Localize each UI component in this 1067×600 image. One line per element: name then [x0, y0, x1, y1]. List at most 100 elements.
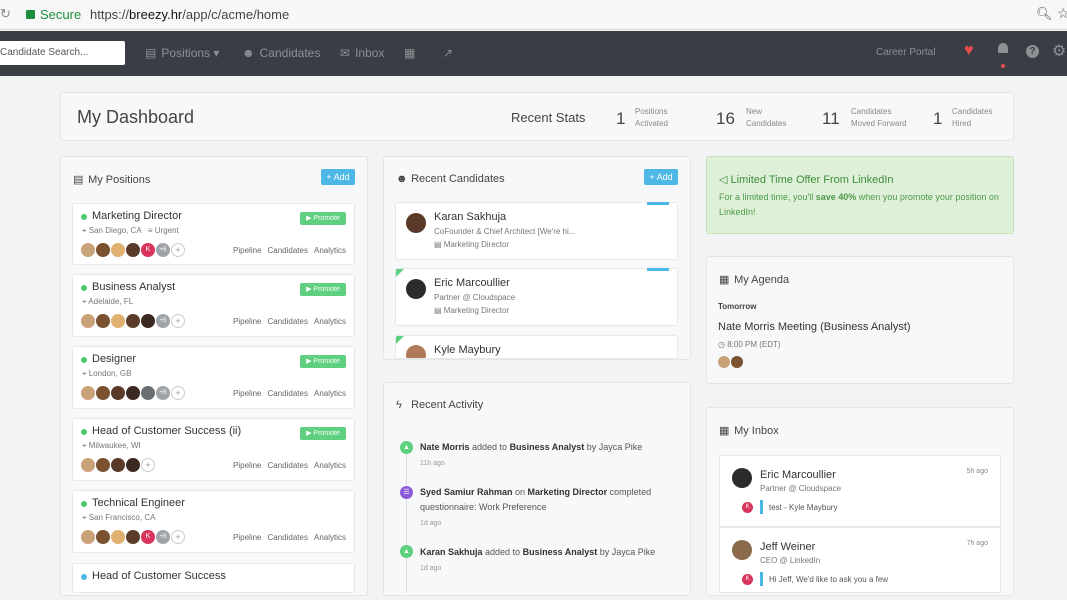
pipeline-link[interactable]: Pipeline	[233, 246, 261, 255]
avatar[interactable]	[126, 458, 140, 472]
pipeline-link[interactable]: Pipeline	[233, 533, 261, 542]
candidate-card[interactable]: Karan Sakhuja CoFounder & Chief Architec…	[395, 202, 678, 260]
avatar[interactable]: K	[141, 530, 155, 544]
promote-button[interactable]: ▶ Promote	[300, 212, 346, 225]
candidate-card[interactable]: Kyle Maybury	[395, 335, 678, 359]
avatar[interactable]	[126, 243, 140, 257]
pipeline-link[interactable]: Pipeline	[233, 317, 261, 326]
position-name[interactable]: Technical Engineer	[92, 497, 185, 509]
candidate-name[interactable]: Kyle Maybury	[434, 344, 501, 356]
activity-actor[interactable]: Karan Sakhuja	[420, 547, 483, 557]
avatar[interactable]	[96, 243, 110, 257]
reload-icon[interactable]: ↻	[0, 6, 14, 22]
pipeline-link[interactable]: Pipeline	[233, 389, 261, 398]
gear-icon[interactable]: ⚙	[1052, 41, 1066, 61]
help-icon[interactable]: ?	[1026, 45, 1039, 58]
secure-indicator[interactable]: Secure	[26, 7, 81, 22]
avatar[interactable]	[81, 386, 95, 400]
analytics-link[interactable]: Analytics	[314, 461, 346, 470]
analytics-link[interactable]: Analytics	[314, 246, 346, 255]
analytics-link[interactable]: Analytics	[314, 317, 346, 326]
add-position-button[interactable]: + Add	[321, 169, 355, 185]
more-avatars[interactable]: +6	[156, 530, 170, 544]
more-avatars[interactable]: +6	[156, 386, 170, 400]
position-card[interactable]: Technical Engineer ⌖ San Francisco, CA K…	[72, 490, 355, 553]
candidates-link[interactable]: Candidates	[268, 389, 308, 398]
candidates-link[interactable]: Candidates	[268, 533, 308, 542]
activity-target[interactable]: Business Analyst	[510, 442, 585, 452]
inbox-message[interactable]: Jeff Weiner CEO @ LinkedIn 7h ago K Hi J…	[719, 527, 1001, 593]
add-candidate-icon[interactable]: +	[171, 386, 185, 400]
avatar[interactable]	[731, 356, 743, 368]
analytics-link[interactable]: Analytics	[314, 389, 346, 398]
activity-target[interactable]: Business Analyst	[523, 547, 598, 557]
position-name[interactable]: Designer	[92, 353, 136, 365]
position-card[interactable]: Designer ⌖ London, GB ▶ Promote +6 + Pipe…	[72, 346, 355, 409]
candidate-card[interactable]: Eric Marcoullier Partner @ Cloudspace ▤ …	[395, 268, 678, 326]
avatar[interactable]	[111, 530, 125, 544]
career-portal-link[interactable]: Career Portal	[876, 47, 935, 58]
linkedin-offer-banner[interactable]: ◁ Limited Time Offer From LinkedIn For a…	[706, 156, 1014, 234]
chart-icon[interactable]: ↗	[443, 46, 453, 60]
zoom-icon[interactable]: 🔍︎	[1036, 6, 1053, 22]
position-name[interactable]: Head of Customer Success	[92, 570, 226, 582]
position-name[interactable]: Marketing Director	[92, 210, 182, 222]
avatar[interactable]	[111, 386, 125, 400]
heart-icon[interactable]: ♥	[964, 42, 974, 60]
avatar[interactable]	[111, 458, 125, 472]
avatar[interactable]	[96, 530, 110, 544]
avatar[interactable]	[111, 314, 125, 328]
inbox-message[interactable]: Eric Marcoullier Partner @ Cloudspace 5h…	[719, 455, 1001, 527]
activity-target[interactable]: Marketing Director	[528, 487, 608, 497]
promote-button[interactable]: ▶ Promote	[300, 427, 346, 440]
avatar[interactable]	[141, 314, 155, 328]
nav-candidates[interactable]: ☻ Candidates	[242, 46, 320, 60]
candidates-link[interactable]: Candidates	[268, 317, 308, 326]
bell-icon[interactable]	[997, 43, 1009, 68]
add-candidate-icon[interactable]: +	[171, 243, 185, 257]
more-avatars[interactable]: +5	[156, 314, 170, 328]
avatar[interactable]	[718, 356, 730, 368]
more-avatars[interactable]: +6	[156, 243, 170, 257]
candidate-name[interactable]: Eric Marcoullier	[434, 277, 510, 289]
candidates-link[interactable]: Candidates	[268, 246, 308, 255]
position-card[interactable]: Business Analyst ⌖ Adelaide, FL ▶ Promot…	[72, 274, 355, 337]
avatar[interactable]	[141, 386, 155, 400]
avatar[interactable]	[96, 314, 110, 328]
activity-actor[interactable]: Nate Morris	[420, 442, 470, 452]
avatar[interactable]	[126, 314, 140, 328]
activity-actor[interactable]: Syed Samiur Rahman	[420, 487, 513, 497]
position-card[interactable]: Head of Customer Success (ii) ⌖ Milwauke…	[72, 418, 355, 481]
avatar[interactable]	[126, 386, 140, 400]
add-candidate-button[interactable]: + Add	[644, 169, 678, 185]
position-name[interactable]: Business Analyst	[92, 281, 175, 293]
candidates-link[interactable]: Candidates	[268, 461, 308, 470]
agenda-event[interactable]: Nate Morris Meeting (Business Analyst)	[718, 321, 911, 333]
position-name[interactable]: Head of Customer Success (ii)	[92, 425, 241, 437]
analytics-link[interactable]: Analytics	[314, 533, 346, 542]
add-candidate-icon[interactable]: +	[171, 530, 185, 544]
add-candidate-icon[interactable]: +	[141, 458, 155, 472]
avatar[interactable]	[96, 386, 110, 400]
bookmark-star-icon[interactable]: ☆	[1057, 5, 1067, 22]
avatar[interactable]	[81, 243, 95, 257]
avatar[interactable]: K	[141, 243, 155, 257]
avatar[interactable]	[81, 530, 95, 544]
nav-positions[interactable]: ▤ Positions ▾	[145, 46, 219, 60]
add-candidate-icon[interactable]: +	[171, 314, 185, 328]
candidate-name[interactable]: Karan Sakhuja	[434, 211, 506, 223]
calendar-icon[interactable]: ▦	[404, 46, 415, 60]
address-bar[interactable]: https://breezy.hr/app/c/acme/home	[90, 7, 289, 22]
avatar[interactable]	[126, 530, 140, 544]
position-card[interactable]: Head of Customer Success	[72, 563, 355, 593]
pipeline-link[interactable]: Pipeline	[233, 461, 261, 470]
avatar[interactable]	[81, 314, 95, 328]
avatar[interactable]	[81, 458, 95, 472]
position-card[interactable]: Marketing Director ⌖ San Diego, CA ≡ Urg…	[72, 203, 355, 265]
candidate-search-input[interactable]: Candidate Search...	[0, 41, 125, 65]
promote-button[interactable]: ▶ Promote	[300, 283, 346, 296]
promote-button[interactable]: ▶ Promote	[300, 355, 346, 368]
nav-inbox[interactable]: ✉ Inbox	[340, 46, 384, 60]
avatar[interactable]	[111, 243, 125, 257]
avatar[interactable]	[96, 458, 110, 472]
